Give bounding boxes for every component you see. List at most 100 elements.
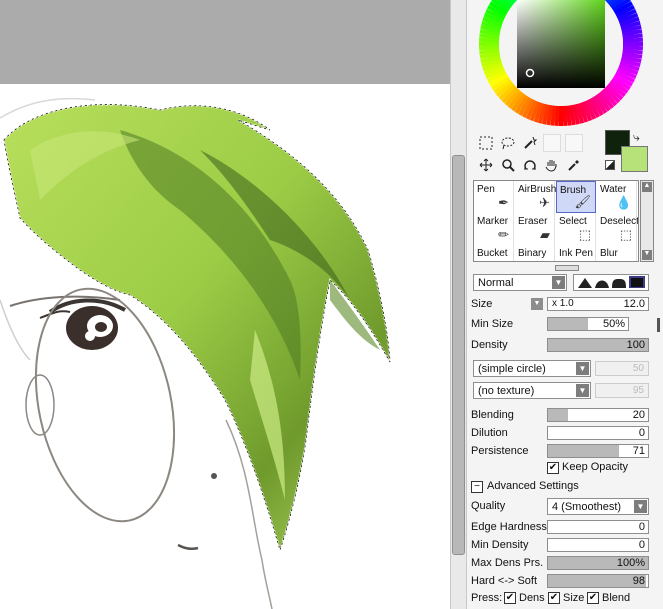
advanced-settings-label[interactable]: Advanced Settings (487, 480, 579, 492)
tool-panel: ⤷ Pen ✒ AirBrush ✈ Brush 🖌 Water 💧 Marker ✏ Eraser… (467, 0, 663, 609)
pen-icon: ✒ (498, 195, 509, 210)
marker-icon: ✏ (498, 227, 509, 242)
hard-soft-fill (548, 575, 646, 587)
press-size-label: Size (563, 592, 585, 604)
density-label: Density (471, 339, 508, 351)
size-dropdown-icon[interactable]: ▼ (531, 298, 543, 310)
dilution-slider[interactable]: 0 (547, 426, 649, 440)
airbrush-icon: ✈ (539, 195, 550, 210)
dilution-label: Dilution (471, 427, 508, 439)
artwork (0, 84, 450, 609)
quality-label: Quality (471, 500, 506, 512)
blending-fill (548, 409, 568, 421)
collapse-icon[interactable]: − (471, 481, 483, 493)
tip-round-icon[interactable] (594, 278, 609, 288)
palette-resize-handle[interactable] (555, 265, 579, 271)
brush-label: Blur (600, 248, 618, 259)
min-density-slider[interactable]: 0 (547, 538, 649, 552)
edge-hardness-label: Edge Hardness (471, 521, 547, 533)
eraser-icon: ▰ (540, 227, 550, 242)
blending-label: Blending (471, 409, 514, 421)
press-size-checkbox[interactable]: ✔ (548, 592, 560, 604)
brush-label: Ink Pen (559, 248, 593, 259)
brush-water[interactable]: Water 💧 (597, 181, 637, 213)
color-wheel[interactable] (479, 0, 643, 126)
reset-colors-icon[interactable] (605, 160, 615, 170)
edge-hardness-slider[interactable]: 0 (547, 520, 649, 534)
blend-mode-select[interactable]: Normal ▼ (473, 274, 567, 291)
move-icon[interactable] (477, 156, 495, 174)
press-blend-checkbox[interactable]: ✔ (587, 592, 599, 604)
brush-palette-scrollbar[interactable]: ▲ ▼ (640, 180, 654, 262)
max-dens-prs-slider[interactable]: 100% (547, 556, 649, 570)
brush-deselect[interactable]: Deselect ⬚ (597, 213, 639, 245)
press-dens-label: Dens (519, 592, 545, 604)
size-multiplier: x 1.0 (552, 298, 574, 309)
brush-marker[interactable]: Marker ✏ (474, 213, 514, 245)
brush-blur[interactable]: Blur ◌ (597, 245, 637, 261)
quality-select[interactable]: 4 (Smoothest) ▼ (547, 498, 649, 515)
swap-colors-icon[interactable]: ⤷ (633, 130, 640, 145)
min-size-value: 50% (602, 318, 625, 330)
brush-brush[interactable]: Brush 🖌 (556, 181, 596, 213)
persistence-slider[interactable]: 71 (547, 444, 649, 458)
brush-label: Bucket (477, 248, 508, 259)
zoom-icon[interactable] (499, 156, 517, 174)
density-value: 100 (626, 339, 645, 351)
brush-pen[interactable]: Pen ✒ (474, 181, 514, 213)
press-label: Press: (471, 592, 503, 604)
hand-icon[interactable] (543, 156, 561, 174)
max-dens-prs-label: Max Dens Prs. (471, 557, 544, 569)
press-dens-checkbox[interactable]: ✔ (504, 592, 516, 604)
brush-texture-select[interactable]: (no texture) ▼ (473, 382, 591, 399)
size-value: 12.0 (623, 298, 645, 310)
drawing-canvas[interactable] (0, 0, 450, 609)
hard-soft-slider[interactable]: 98 (547, 574, 649, 588)
blending-slider[interactable]: 20 (547, 408, 649, 422)
brush-select[interactable]: Select ⬚ (556, 213, 596, 245)
keep-opacity-label: Keep Opacity (562, 461, 629, 473)
brush-label: Water (600, 184, 627, 195)
chevron-down-icon: ▼ (576, 362, 589, 375)
ink-pen-icon: ✒ (580, 259, 591, 261)
lasso-icon[interactable] (499, 134, 517, 152)
scrollbar-thumb[interactable] (452, 155, 465, 555)
tip-sharp-icon[interactable] (577, 278, 592, 288)
max-dens-prs-value: 100% (616, 557, 645, 569)
chevron-down-icon: ▼ (576, 384, 589, 397)
brush-texture-strength: 95 (595, 383, 649, 398)
persistence-label: Persistence (471, 445, 529, 457)
brush-ink-pen[interactable]: Ink Pen✒ (556, 245, 596, 261)
brush-label: Deselect (600, 216, 639, 227)
brush-shape-select[interactable]: (simple circle) ▼ (473, 360, 591, 377)
min-size-fill (548, 318, 588, 330)
persistence-value: 71 (632, 445, 645, 457)
brush-bucket[interactable]: Bucket◼ (474, 245, 514, 261)
brush-airbrush[interactable]: AirBrush ✈ (515, 181, 556, 213)
rotate-icon[interactable] (521, 156, 539, 174)
brush-binary[interactable]: Binary✎ (515, 245, 555, 261)
brush-palette: Pen ✒ AirBrush ✈ Brush 🖌 Water 💧 Marker ✏ Eraser ▰ S… (473, 180, 639, 262)
sub-color-swatch[interactable] (621, 146, 648, 172)
brush-label: Pen (477, 184, 495, 195)
density-slider[interactable]: 100 (547, 338, 649, 352)
select-icon: ⬚ (578, 227, 591, 242)
tip-flat-icon[interactable] (611, 278, 626, 288)
size-slider[interactable]: x 1.0 12.0 (547, 297, 649, 311)
brush-tip-shapes (573, 274, 649, 291)
eyedropper-icon[interactable] (565, 156, 583, 174)
size-label: Size (471, 298, 493, 310)
keep-opacity-checkbox[interactable]: ✔ (547, 462, 559, 474)
marquee-icon[interactable] (477, 134, 495, 152)
tip-square-icon[interactable] (628, 276, 645, 288)
brush-shape-value: (simple circle) (478, 363, 546, 375)
brush-texture-value: (no texture) (478, 385, 535, 397)
empty-tool-slot (565, 134, 583, 152)
brush-eraser[interactable]: Eraser ▰ (515, 213, 555, 245)
bucket-icon: ◼ (498, 259, 509, 261)
min-size-slider[interactable]: 50% (547, 317, 629, 331)
empty-tool-slot (543, 134, 561, 152)
dilution-value: 0 (638, 427, 645, 439)
magic-wand-icon[interactable] (521, 134, 539, 152)
blur-icon: ◌ (624, 260, 632, 261)
